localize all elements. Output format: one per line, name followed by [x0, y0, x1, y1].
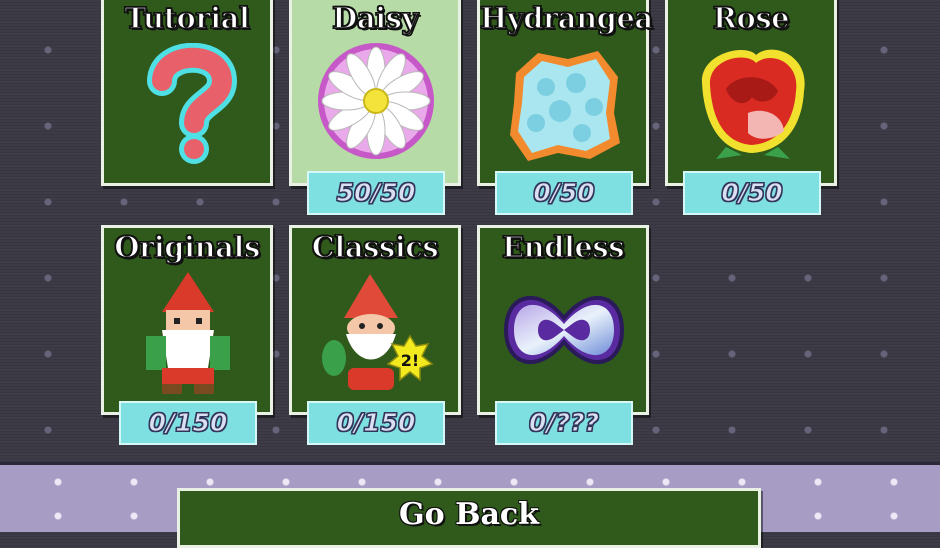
progress-badge-daisy: 50/50: [307, 171, 445, 215]
go-back-button[interactable]: Go Back: [177, 488, 761, 548]
pack-title: Tutorial: [124, 0, 251, 36]
pack-title: Classics: [311, 229, 440, 265]
pack-card-daisy[interactable]: Daisy: [289, 0, 461, 186]
progress-badge-originals: 0/150: [119, 401, 257, 445]
question-mark-icon: [122, 43, 254, 165]
gnome-icon: [122, 272, 254, 394]
daisy-icon: [310, 43, 442, 165]
gnome-sequel-icon: 2!: [310, 272, 442, 394]
rose-icon: [686, 43, 818, 165]
pack-title: Daisy: [331, 0, 419, 36]
progress-badge-rose: 0/50: [683, 171, 821, 215]
hydrangea-icon: [498, 43, 630, 165]
go-back-label: Go Back: [399, 497, 539, 532]
sequel-badge-text: 2!: [401, 351, 419, 370]
pack-card-classics[interactable]: Classics 2!: [289, 225, 461, 415]
pack-card-endless[interactable]: Endless: [477, 225, 649, 415]
pack-card-tutorial[interactable]: Tutorial: [101, 0, 273, 186]
infinity-icon: [498, 272, 630, 394]
pack-card-rose[interactable]: Rose: [665, 0, 837, 186]
pack-title: Hydrangea: [479, 0, 654, 36]
pack-title: Rose: [712, 0, 790, 36]
pack-card-originals[interactable]: Originals: [101, 225, 273, 415]
progress-badge-endless: 0/???: [495, 401, 633, 445]
pack-title: Endless: [501, 229, 625, 265]
progress-badge-hydrangea: 0/50: [495, 171, 633, 215]
progress-badge-classics: 0/150: [307, 401, 445, 445]
pack-card-hydrangea[interactable]: Hydrangea: [477, 0, 654, 186]
pack-title: Originals: [113, 229, 261, 265]
